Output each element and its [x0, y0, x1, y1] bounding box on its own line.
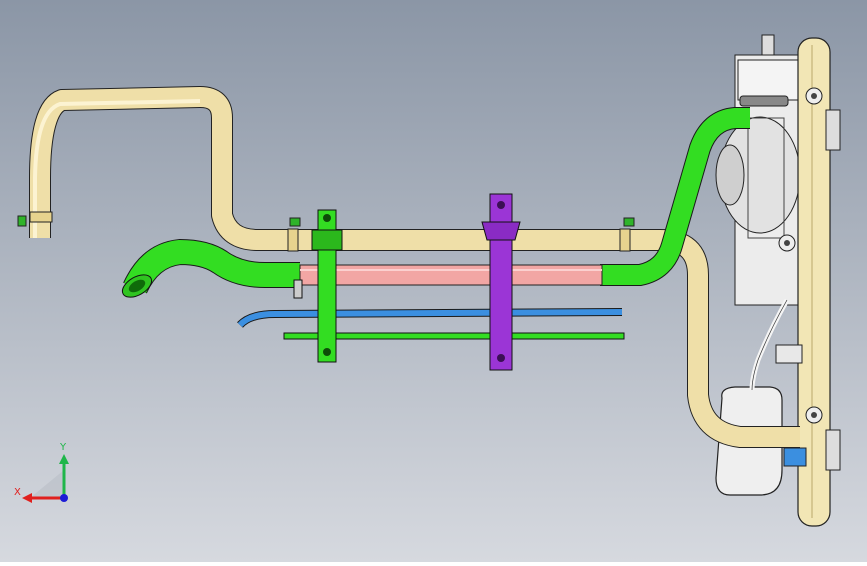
pink-pipe-body: [299, 264, 603, 286]
coordinate-triad: Y X: [14, 442, 69, 503]
y-axis-head: [59, 454, 69, 464]
filler-neck: [761, 34, 775, 56]
cad-viewport[interactable]: Y X: [0, 0, 867, 562]
mount-bolt-bottom-center: [811, 412, 817, 418]
fan-motor: [715, 144, 745, 206]
tank-fitting-blue: [783, 447, 807, 467]
side-bracket-upper: [825, 109, 841, 151]
y-axis-label: Y: [59, 442, 67, 453]
clip-green-center: [289, 217, 301, 227]
side-bracket-lower: [825, 429, 841, 471]
bracket-clamp: [481, 221, 521, 241]
triad-plane: [30, 470, 64, 498]
bracket-body: [489, 193, 513, 371]
x-axis-label: X: [14, 487, 21, 498]
hose-clamp-left: [29, 211, 53, 223]
mount-bolt-top-center: [811, 93, 817, 99]
hose-clamp-center: [287, 228, 299, 252]
bracket-hole-top: [323, 214, 331, 222]
clip-green-left: [17, 215, 27, 227]
shroud-top-panel: [737, 59, 799, 101]
mount-bolt-mid-center: [784, 240, 790, 246]
clip-green-right: [623, 217, 635, 227]
shroud-handle: [739, 95, 789, 107]
bracket-hole-top: [497, 201, 505, 209]
bracket-hole-bottom: [497, 354, 505, 362]
side-clip: [775, 344, 803, 364]
pink-pipe: [299, 264, 603, 286]
assembly-drawing: [0, 0, 867, 562]
hose-clamp-right: [619, 228, 631, 252]
bracket-clamp-top: [311, 229, 343, 251]
bracket-bolt: [293, 279, 303, 299]
z-axis-dot: [60, 494, 68, 502]
bracket-hole-bottom: [323, 348, 331, 356]
x-axis-head: [22, 493, 32, 503]
